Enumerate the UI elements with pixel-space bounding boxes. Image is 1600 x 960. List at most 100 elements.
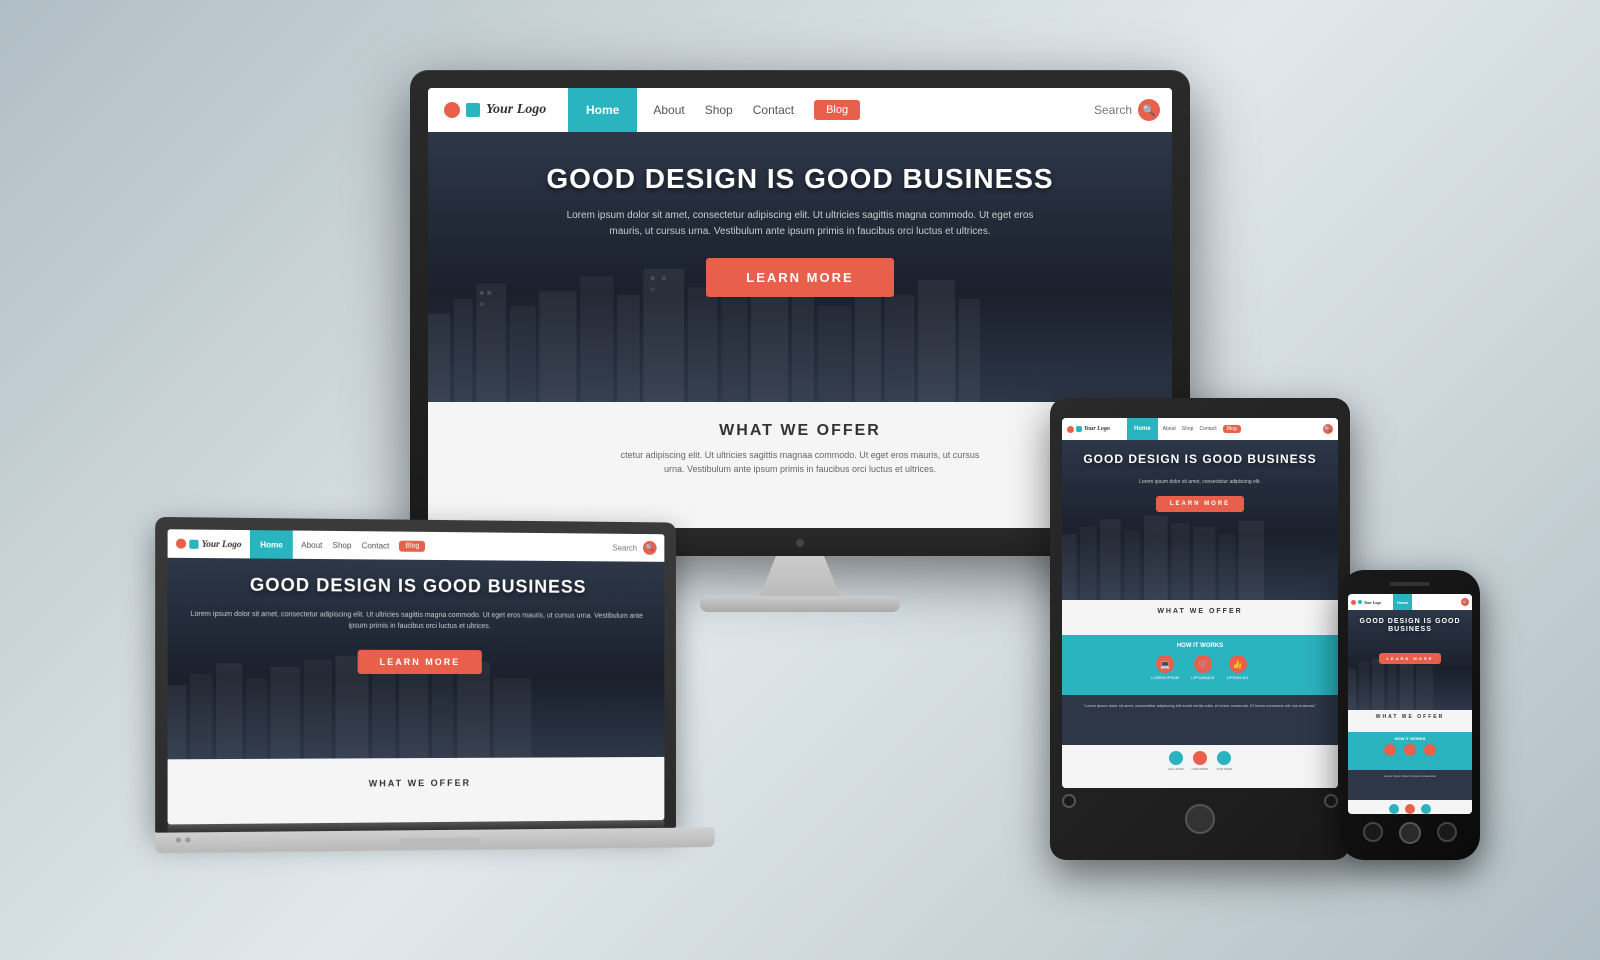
phone-footer-icon-3 — [1421, 804, 1431, 814]
phone-navbar: Your Logo Home 🔍 — [1348, 594, 1472, 610]
tablet-footer: CALL NOW OUR WORK OUR TEAM — [1062, 745, 1338, 788]
phone-screen: Your Logo Home 🔍 — [1348, 594, 1472, 814]
hero-subtitle: Lorem ipsum dolor sit amet, consectetur … — [560, 208, 1040, 240]
laptop-learn-more-btn[interactable]: LEARN MORE — [357, 650, 482, 674]
phone-footer-icon-2 — [1405, 804, 1415, 814]
tablet-menu-btn[interactable] — [1324, 794, 1338, 808]
laptop-nav-blog[interactable]: Blog — [399, 540, 425, 551]
laptop-dots — [176, 837, 190, 842]
phone-back-btn[interactable] — [1363, 822, 1383, 842]
laptop-hero-title: GOOD DESIGN IS GOOD BUSINESS — [180, 574, 653, 599]
logo-text: Your Logo — [486, 102, 546, 118]
tablet-nav-search[interactable]: 🔍 — [1323, 424, 1338, 434]
laptop-hero-content: GOOD DESIGN IS GOOD BUSINESS Lorem ipsum… — [168, 558, 665, 684]
phone-search-icon[interactable]: 🔍 — [1461, 598, 1469, 606]
desktop-hero: GOOD DESIGN IS GOOD BUSINESS Lorem ipsum… — [428, 132, 1172, 402]
tablet-feature-1: 💻 LOREM IPSUM — [1151, 655, 1179, 680]
laptop-navbar: Your Logo Home About Shop Contact Blog S… — [168, 529, 665, 562]
tablet-offer-title: WHAT WE OFFER — [1070, 608, 1330, 615]
tablet-nav-shop[interactable]: Shop — [1182, 426, 1194, 432]
nav-about-link[interactable]: About — [653, 103, 684, 117]
desktop-hero-content: GOOD DESIGN IS GOOD BUSINESS Lorem ipsum… — [428, 132, 1172, 317]
hero-title: GOOD DESIGN IS GOOD BUSINESS — [448, 162, 1152, 196]
phone-logo-circle — [1351, 600, 1356, 605]
what-we-offer-text: ctetur adipiscing elit. Ut ultricies sag… — [620, 448, 980, 477]
tablet-body: Your Logo Home About Shop Contact Blog 🔍 — [1050, 398, 1350, 860]
tablet-search-icon[interactable]: 🔍 — [1323, 424, 1333, 434]
phone-body: Your Logo Home 🔍 — [1340, 570, 1480, 860]
tablet-learn-more-btn[interactable]: LEARN MORE — [1156, 496, 1244, 512]
tablet-hero-content: GOOD DESIGN IS GOOD BUSINESS Lorem ipsum… — [1062, 440, 1338, 520]
nav-search-area[interactable]: Search 🔍 — [1094, 99, 1172, 121]
tablet-how-it-works: HOW IT WORKS 💻 LOREM IPSUM 🛒 LIPSUMQUE — [1062, 635, 1338, 695]
search-icon[interactable]: 🔍 — [1138, 99, 1160, 121]
tablet-nav-blog[interactable]: Blog — [1223, 425, 1241, 433]
phone-offer-title: WHAT WE OFFER — [1352, 714, 1468, 720]
laptop-logo-text: Your Logo — [202, 539, 242, 550]
nav-home-link[interactable]: Home — [568, 88, 637, 132]
laptop-nav-about[interactable]: About — [301, 540, 322, 549]
laptop-nav-home[interactable]: Home — [250, 530, 293, 559]
tablet-hero-title: GOOD DESIGN IS GOOD BUSINESS — [1070, 452, 1330, 466]
phone-what-we-offer: WHAT WE OFFER — [1348, 710, 1472, 732]
tablet-what-we-offer: WHAT WE OFFER — [1062, 600, 1338, 635]
tablet-logo-circle — [1067, 426, 1074, 433]
laptop-offer-title: WHAT WE OFFER — [188, 777, 645, 790]
tablet-logo: Your Logo — [1062, 426, 1127, 433]
laptop-what-we-offer: WHAT WE OFFER — [168, 757, 665, 825]
tablet-footer-item-1: CALL NOW — [1168, 751, 1184, 782]
logo-square-icon — [466, 103, 480, 117]
nav-blog-link[interactable]: Blog — [814, 100, 860, 120]
tablet-nav-home[interactable]: Home — [1127, 418, 1158, 440]
laptop-logo-circle — [176, 539, 186, 549]
phone-footer — [1348, 800, 1472, 814]
phone-logo-text: Your Logo — [1364, 600, 1381, 605]
phone-learn-more-btn[interactable]: LEARN MORE — [1379, 653, 1442, 664]
laptop-website: Your Logo Home About Shop Contact Blog S… — [168, 529, 665, 824]
laptop-base — [155, 827, 714, 853]
phone-hero: GOOD DESIGN IS GOOD BUSINESS LEARN MORE — [1348, 610, 1472, 710]
phone-feature-2 — [1404, 744, 1416, 756]
phone-nav-home[interactable]: Home — [1393, 594, 1412, 610]
tablet-hero-subtitle: Lorem ipsum dolor sit amet, consectetur … — [1070, 478, 1330, 486]
learn-more-button[interactable]: LEARN MORE — [706, 258, 893, 297]
tablet-screen: Your Logo Home About Shop Contact Blog 🔍 — [1062, 418, 1338, 788]
desktop-logo-area: Your Logo — [428, 102, 568, 118]
laptop-hero-subtitle: Lorem ipsum dolor sit amet, consectetur … — [180, 608, 653, 632]
phone-hero-title: GOOD DESIGN IS GOOD BUSINESS — [1352, 618, 1468, 635]
nav-links: About Shop Contact Blog — [637, 100, 1094, 120]
phone-home-btn[interactable] — [1399, 822, 1421, 844]
phone-feature-1 — [1384, 744, 1396, 756]
nav-shop-link[interactable]: Shop — [705, 103, 733, 117]
phone-feature-3 — [1424, 744, 1436, 756]
tablet-feature-2: 🛒 LIPSUMQUE — [1191, 655, 1215, 680]
desktop-navbar: Your Logo Home About Shop Contact Blog S… — [428, 88, 1172, 132]
laptop-dot-2 — [185, 837, 190, 842]
phone-logo-square — [1358, 600, 1362, 604]
laptop-search-icon[interactable]: 🔍 — [643, 541, 657, 555]
tablet-device: Your Logo Home About Shop Contact Blog 🔍 — [1050, 398, 1350, 860]
phone-menu-btn[interactable] — [1437, 822, 1457, 842]
nav-contact-link[interactable]: Contact — [753, 103, 794, 117]
tablet-logo-square — [1076, 426, 1082, 432]
monitor-stand-neck — [760, 556, 840, 596]
tablet-back-btn[interactable] — [1062, 794, 1076, 808]
tablet-footer-item-3: OUR TEAM — [1216, 751, 1232, 782]
laptop-nav-contact[interactable]: Contact — [362, 541, 390, 550]
tablet-nav-contact[interactable]: Contact — [1199, 426, 1216, 432]
phone-dark-section: Lorem ipsum dolor sit amet consectetur — [1348, 770, 1472, 800]
tablet-hero: GOOD DESIGN IS GOOD BUSINESS Lorem ipsum… — [1062, 440, 1338, 600]
tablet-logo-text: Your Logo — [1084, 426, 1110, 432]
phone-device: Your Logo Home 🔍 — [1340, 570, 1480, 860]
tablet-home-btn[interactable] — [1185, 804, 1215, 834]
tablet-cityscape — [1062, 512, 1264, 600]
laptop-touchpad — [400, 838, 480, 849]
tablet-nav-about[interactable]: About — [1163, 426, 1176, 432]
laptop-nav-shop[interactable]: Shop — [333, 540, 352, 549]
laptop-nav-links: About Shop Contact Blog — [293, 539, 612, 553]
phone-nav-bar — [1348, 822, 1472, 848]
laptop-dot-1 — [176, 838, 181, 843]
tablet-nav-buttons — [1062, 788, 1338, 840]
laptop-nav-search[interactable]: Search 🔍 — [612, 541, 664, 555]
phone-how-it-works: HOW IT WORKS — [1348, 732, 1472, 770]
